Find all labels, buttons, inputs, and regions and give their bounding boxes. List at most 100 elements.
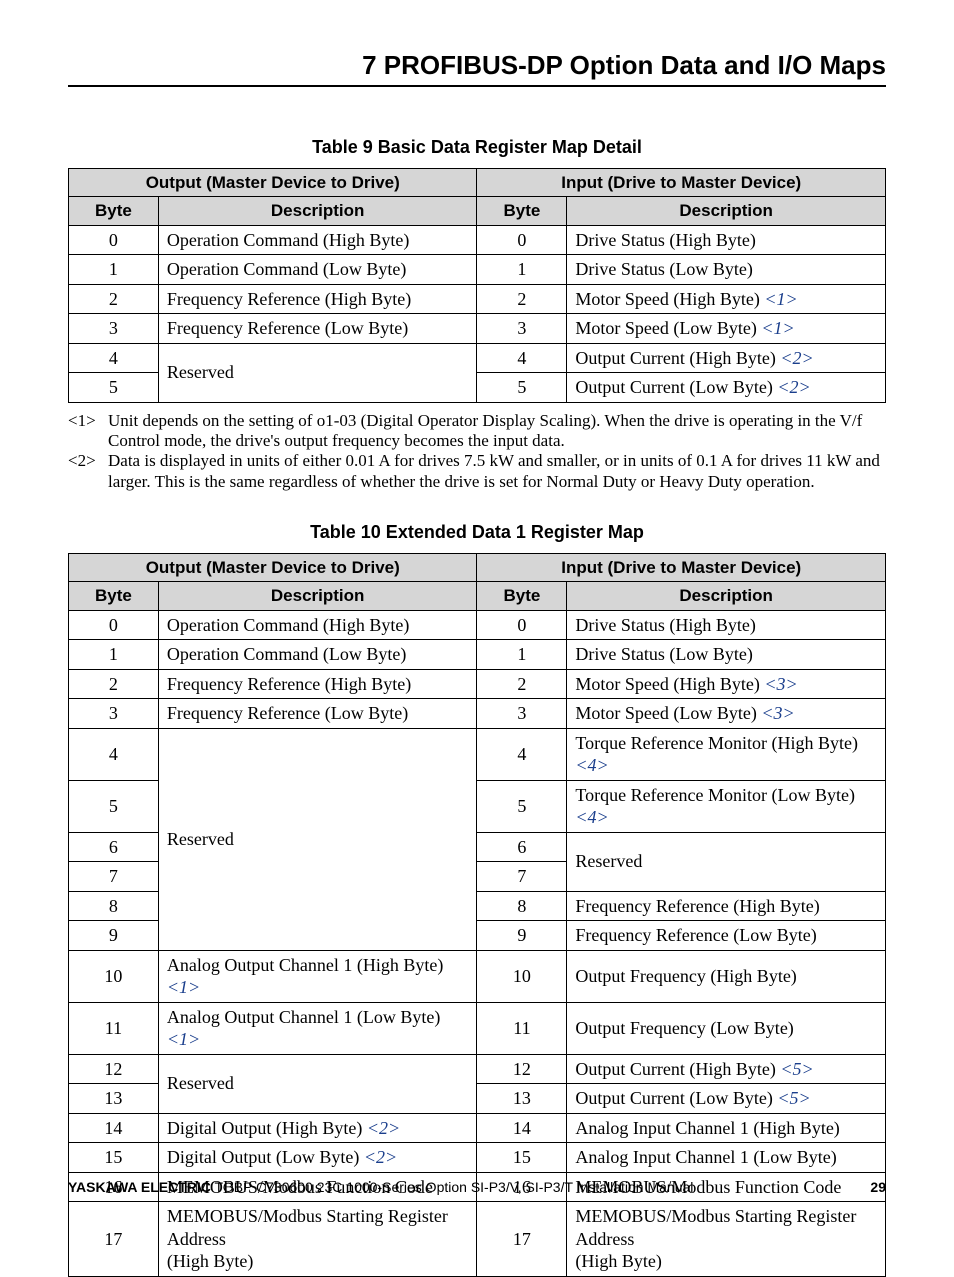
t10-in-byte: 1 (477, 640, 567, 670)
t10-out-desc: Operation Command (Low Byte) (158, 640, 477, 670)
t10-in-byte: 14 (477, 1113, 567, 1143)
t9-in-desc: Motor Speed (High Byte) <1> (567, 284, 886, 314)
t10-in-desc: Output Current (High Byte) <5> (567, 1054, 886, 1084)
t9-desc-h2: Description (567, 197, 886, 225)
t10-row: 17MEMOBUS/Modbus Starting Register Addre… (69, 1202, 886, 1277)
t10-in-byte: 9 (477, 921, 567, 951)
t10-in-head: Input (Drive to Master Device) (477, 554, 886, 582)
t9-out-desc: Frequency Reference (Low Byte) (158, 314, 477, 344)
t10-in-byte: 17 (477, 1202, 567, 1277)
footnote-ref: <3> (757, 703, 795, 723)
t10-out-byte: 13 (69, 1084, 159, 1114)
footer-brand: YASKAWA ELECTRIC (68, 1179, 211, 1195)
t10-row: 10Analog Output Channel 1 (High Byte) <1… (69, 950, 886, 1002)
footnote-tag: <2> (68, 451, 108, 492)
t9-out-head: Output (Master Device to Drive) (69, 169, 477, 197)
t9-out-byte: 2 (69, 284, 159, 314)
t10-out-byte: 4 (69, 728, 159, 780)
footer-page: 29 (870, 1179, 886, 1195)
t9-in-byte: 3 (477, 314, 567, 344)
t10-row: 12Reserved12Output Current (High Byte) <… (69, 1054, 886, 1084)
footnote-ref: <5> (773, 1088, 811, 1108)
t10-out-desc: Digital Output (Low Byte) <2> (158, 1143, 477, 1173)
t9-row: 2Frequency Reference (High Byte)2Motor S… (69, 284, 886, 314)
table9: Output (Master Device to Drive) Input (D… (68, 168, 886, 403)
t10-in-byte: 2 (477, 669, 567, 699)
footnote-ref: <5> (776, 1059, 814, 1079)
page-footer: YASKAWA ELECTRIC TOBP C730600 23C 1000-S… (68, 1179, 886, 1195)
t9-out-byte: 3 (69, 314, 159, 344)
footnote: <2>Data is displayed in units of either … (68, 451, 886, 492)
footnote-text: Data is displayed in units of either 0.0… (108, 451, 886, 492)
t10-row: 15Digital Output (Low Byte) <2>15Analog … (69, 1143, 886, 1173)
t10-in-desc: Output Frequency (High Byte) (567, 950, 886, 1002)
footnote-ref: <1> (757, 318, 795, 338)
t10-out-desc: Frequency Reference (Low Byte) (158, 699, 477, 729)
footnote-ref: <4> (575, 807, 608, 827)
t10-in-byte: 11 (477, 1002, 567, 1054)
t10-in-byte: 5 (477, 780, 567, 832)
section-header: 7 PROFIBUS-DP Option Data and I/O Maps (68, 50, 886, 87)
t9-row: 4Reserved4Output Current (High Byte) <2> (69, 343, 886, 373)
t10-out-byte: 9 (69, 921, 159, 951)
t9-out-byte: 4 (69, 343, 159, 373)
table10-title: Table 10 Extended Data 1 Register Map (68, 522, 886, 543)
t10-in-desc: Drive Status (High Byte) (567, 610, 886, 640)
t10-out-byte: 17 (69, 1202, 159, 1277)
t9-row: 0Operation Command (High Byte)0Drive Sta… (69, 225, 886, 255)
t10-out-byte: 6 (69, 832, 159, 862)
t10-out-byte: 11 (69, 1002, 159, 1054)
t10-in-byte: 7 (477, 862, 567, 892)
t10-out-byte: 2 (69, 669, 159, 699)
footnote-ref: <2> (776, 348, 814, 368)
t10-out-byte: 8 (69, 891, 159, 921)
t10-row: 3Frequency Reference (Low Byte)3Motor Sp… (69, 699, 886, 729)
t10-in-desc: Drive Status (Low Byte) (567, 640, 886, 670)
t10-out-byte: 15 (69, 1143, 159, 1173)
table9-notes: <1>Unit depends on the setting of o1-03 … (68, 411, 886, 493)
t10-in-desc: Analog Input Channel 1 (Low Byte) (567, 1143, 886, 1173)
t10-in-desc: Analog Input Channel 1 (High Byte) (567, 1113, 886, 1143)
t10-out-desc: Digital Output (High Byte) <2> (158, 1113, 477, 1143)
t10-out-desc: Operation Command (High Byte) (158, 610, 477, 640)
t10-row: 11Analog Output Channel 1 (Low Byte) <1>… (69, 1002, 886, 1054)
t10-in-byte: 10 (477, 950, 567, 1002)
t10-out-byte: 7 (69, 862, 159, 892)
t9-out-byte: 5 (69, 373, 159, 403)
footnote-text: Unit depends on the setting of o1-03 (Di… (108, 411, 886, 452)
t10-row: 1Operation Command (Low Byte)1Drive Stat… (69, 640, 886, 670)
t9-in-byte: 0 (477, 225, 567, 255)
t10-out-byte: 1 (69, 640, 159, 670)
t10-in-desc: Torque Reference Monitor (High Byte) <4> (567, 728, 886, 780)
t10-in-desc: Motor Speed (Low Byte) <3> (567, 699, 886, 729)
t10-in-byte: 12 (477, 1054, 567, 1084)
t9-in-byte: 1 (477, 255, 567, 285)
t10-out-byte: 12 (69, 1054, 159, 1084)
t9-out-desc: Operation Command (Low Byte) (158, 255, 477, 285)
t10-in-byte: 3 (477, 699, 567, 729)
footer-doc: TOBP C730600 23C 1000-Series Option SI-P… (211, 1179, 694, 1195)
t10-in-byte: 13 (477, 1084, 567, 1114)
t10-out-desc: Analog Output Channel 1 (Low Byte) <1> (158, 1002, 477, 1054)
t9-row: 3Frequency Reference (Low Byte)3Motor Sp… (69, 314, 886, 344)
t9-in-desc: Motor Speed (Low Byte) <1> (567, 314, 886, 344)
t9-in-desc: Output Current (Low Byte) <2> (567, 373, 886, 403)
t9-in-desc: Drive Status (High Byte) (567, 225, 886, 255)
t10-row: 0Operation Command (High Byte)0Drive Sta… (69, 610, 886, 640)
t10-row: 4Reserved4Torque Reference Monitor (High… (69, 728, 886, 780)
t9-in-desc: Output Current (High Byte) <2> (567, 343, 886, 373)
t10-out-head: Output (Master Device to Drive) (69, 554, 477, 582)
footnote-ref: <4> (575, 755, 608, 775)
t10-desc-h1: Description (158, 582, 477, 610)
t10-byte-h2: Byte (477, 582, 567, 610)
t9-out-byte: 0 (69, 225, 159, 255)
footnote-ref: <1> (760, 289, 798, 309)
t10-in-desc: Motor Speed (High Byte) <3> (567, 669, 886, 699)
footnote-ref: <1> (167, 1029, 200, 1049)
t9-row: 1Operation Command (Low Byte)1Drive Stat… (69, 255, 886, 285)
footnote-tag: <1> (68, 411, 108, 452)
t10-in-byte: 6 (477, 832, 567, 862)
t10-out-byte: 14 (69, 1113, 159, 1143)
table10: Output (Master Device to Drive) Input (D… (68, 553, 886, 1277)
t9-in-byte: 4 (477, 343, 567, 373)
